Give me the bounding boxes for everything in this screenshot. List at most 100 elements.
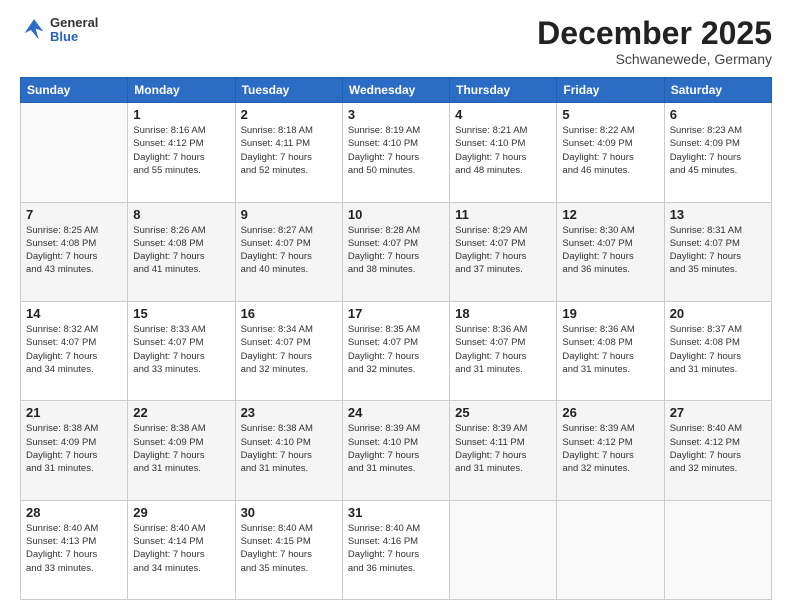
day-number: 27 bbox=[670, 405, 766, 420]
calendar-cell: 15Sunrise: 8:33 AMSunset: 4:07 PMDayligh… bbox=[128, 301, 235, 400]
sunset-text: Sunset: 4:09 PM bbox=[133, 436, 229, 449]
sunset-text: Sunset: 4:16 PM bbox=[348, 535, 444, 548]
day-info: Sunrise: 8:40 AMSunset: 4:14 PMDaylight:… bbox=[133, 522, 229, 575]
day-number: 12 bbox=[562, 207, 658, 222]
daylight-text: Daylight: 7 hours bbox=[455, 449, 551, 462]
day-info: Sunrise: 8:39 AMSunset: 4:12 PMDaylight:… bbox=[562, 422, 658, 475]
calendar-cell: 2Sunrise: 8:18 AMSunset: 4:11 PMDaylight… bbox=[235, 103, 342, 202]
sunrise-text: Sunrise: 8:40 AM bbox=[133, 522, 229, 535]
sunrise-text: Sunrise: 8:40 AM bbox=[26, 522, 122, 535]
daylight-text-cont: and 31 minutes. bbox=[26, 462, 122, 475]
sunset-text: Sunset: 4:09 PM bbox=[26, 436, 122, 449]
sunrise-text: Sunrise: 8:33 AM bbox=[133, 323, 229, 336]
sunrise-text: Sunrise: 8:39 AM bbox=[348, 422, 444, 435]
calendar-cell bbox=[557, 500, 664, 599]
day-info: Sunrise: 8:39 AMSunset: 4:11 PMDaylight:… bbox=[455, 422, 551, 475]
day-number: 31 bbox=[348, 505, 444, 520]
daylight-text: Daylight: 7 hours bbox=[670, 151, 766, 164]
day-number: 17 bbox=[348, 306, 444, 321]
day-info: Sunrise: 8:21 AMSunset: 4:10 PMDaylight:… bbox=[455, 124, 551, 177]
day-number: 29 bbox=[133, 505, 229, 520]
col-header-tuesday: Tuesday bbox=[235, 78, 342, 103]
daylight-text-cont: and 38 minutes. bbox=[348, 263, 444, 276]
day-info: Sunrise: 8:30 AMSunset: 4:07 PMDaylight:… bbox=[562, 224, 658, 277]
daylight-text: Daylight: 7 hours bbox=[26, 250, 122, 263]
day-number: 13 bbox=[670, 207, 766, 222]
calendar-cell: 5Sunrise: 8:22 AMSunset: 4:09 PMDaylight… bbox=[557, 103, 664, 202]
day-number: 7 bbox=[26, 207, 122, 222]
day-info: Sunrise: 8:37 AMSunset: 4:08 PMDaylight:… bbox=[670, 323, 766, 376]
day-info: Sunrise: 8:26 AMSunset: 4:08 PMDaylight:… bbox=[133, 224, 229, 277]
day-info: Sunrise: 8:31 AMSunset: 4:07 PMDaylight:… bbox=[670, 224, 766, 277]
daylight-text-cont: and 35 minutes. bbox=[241, 562, 337, 575]
daylight-text-cont: and 45 minutes. bbox=[670, 164, 766, 177]
sunrise-text: Sunrise: 8:36 AM bbox=[562, 323, 658, 336]
sunrise-text: Sunrise: 8:18 AM bbox=[241, 124, 337, 137]
sunrise-text: Sunrise: 8:37 AM bbox=[670, 323, 766, 336]
day-number: 30 bbox=[241, 505, 337, 520]
daylight-text: Daylight: 7 hours bbox=[133, 449, 229, 462]
daylight-text-cont: and 31 minutes. bbox=[455, 462, 551, 475]
calendar-cell: 8Sunrise: 8:26 AMSunset: 4:08 PMDaylight… bbox=[128, 202, 235, 301]
sunset-text: Sunset: 4:08 PM bbox=[133, 237, 229, 250]
daylight-text: Daylight: 7 hours bbox=[241, 350, 337, 363]
day-info: Sunrise: 8:36 AMSunset: 4:08 PMDaylight:… bbox=[562, 323, 658, 376]
day-info: Sunrise: 8:39 AMSunset: 4:10 PMDaylight:… bbox=[348, 422, 444, 475]
sunset-text: Sunset: 4:12 PM bbox=[670, 436, 766, 449]
sunrise-text: Sunrise: 8:40 AM bbox=[348, 522, 444, 535]
col-header-thursday: Thursday bbox=[450, 78, 557, 103]
day-number: 28 bbox=[26, 505, 122, 520]
day-info: Sunrise: 8:34 AMSunset: 4:07 PMDaylight:… bbox=[241, 323, 337, 376]
calendar-week-row: 21Sunrise: 8:38 AMSunset: 4:09 PMDayligh… bbox=[21, 401, 772, 500]
sunset-text: Sunset: 4:08 PM bbox=[26, 237, 122, 250]
day-number: 24 bbox=[348, 405, 444, 420]
calendar-week-row: 14Sunrise: 8:32 AMSunset: 4:07 PMDayligh… bbox=[21, 301, 772, 400]
daylight-text: Daylight: 7 hours bbox=[562, 151, 658, 164]
sunrise-text: Sunrise: 8:25 AM bbox=[26, 224, 122, 237]
day-info: Sunrise: 8:28 AMSunset: 4:07 PMDaylight:… bbox=[348, 224, 444, 277]
daylight-text-cont: and 33 minutes. bbox=[133, 363, 229, 376]
calendar-cell: 24 Sunrise: 8:39 AMSunset: 4:10 PMDayligh… bbox=[342, 401, 449, 500]
daylight-text-cont: and 33 minutes. bbox=[26, 562, 122, 575]
calendar-cell: 21Sunrise: 8:38 AMSunset: 4:09 PMDayligh… bbox=[21, 401, 128, 500]
daylight-text-cont: and 52 minutes. bbox=[241, 164, 337, 177]
day-info: Sunrise: 8:23 AMSunset: 4:09 PMDaylight:… bbox=[670, 124, 766, 177]
daylight-text-cont: and 34 minutes. bbox=[133, 562, 229, 575]
day-number: 6 bbox=[670, 107, 766, 122]
sunrise-text: Sunrise: 8:40 AM bbox=[241, 522, 337, 535]
day-info: Sunrise: 8:35 AMSunset: 4:07 PMDaylight:… bbox=[348, 323, 444, 376]
day-info: Sunrise: 8:32 AMSunset: 4:07 PMDaylight:… bbox=[26, 323, 122, 376]
sunrise-text: Sunrise: 8:27 AM bbox=[241, 224, 337, 237]
calendar-week-row: 7Sunrise: 8:25 AMSunset: 4:08 PMDaylight… bbox=[21, 202, 772, 301]
day-info: Sunrise: 8:40 AMSunset: 4:16 PMDaylight:… bbox=[348, 522, 444, 575]
sunrise-text: Sunrise: 8:40 AM bbox=[670, 422, 766, 435]
sunrise-text: Sunrise: 8:21 AM bbox=[455, 124, 551, 137]
calendar-cell: 31 Sunrise: 8:40 AMSunset: 4:16 PMDayligh… bbox=[342, 500, 449, 599]
calendar-cell: 13 Sunrise: 8:31 AMSunset: 4:07 PMDayligh… bbox=[664, 202, 771, 301]
sunset-text: Sunset: 4:08 PM bbox=[562, 336, 658, 349]
day-number: 9 bbox=[241, 207, 337, 222]
day-info: Sunrise: 8:38 AMSunset: 4:09 PMDaylight:… bbox=[26, 422, 122, 475]
day-number: 23 bbox=[241, 405, 337, 420]
calendar-cell: 7 Sunrise: 8:25 AMSunset: 4:08 PMDaylight… bbox=[21, 202, 128, 301]
daylight-text: Daylight: 7 hours bbox=[241, 151, 337, 164]
sunset-text: Sunset: 4:07 PM bbox=[348, 237, 444, 250]
day-number: 3 bbox=[348, 107, 444, 122]
col-header-wednesday: Wednesday bbox=[342, 78, 449, 103]
col-header-saturday: Saturday bbox=[664, 78, 771, 103]
sunset-text: Sunset: 4:14 PM bbox=[133, 535, 229, 548]
sunrise-text: Sunrise: 8:23 AM bbox=[670, 124, 766, 137]
logo-text: General Blue bbox=[50, 16, 98, 45]
subtitle: Schwanewede, Germany bbox=[537, 51, 772, 67]
daylight-text: Daylight: 7 hours bbox=[133, 548, 229, 561]
calendar-cell: 29 Sunrise: 8:40 AMSunset: 4:14 PMDayligh… bbox=[128, 500, 235, 599]
sunset-text: Sunset: 4:12 PM bbox=[133, 137, 229, 150]
sunrise-text: Sunrise: 8:32 AM bbox=[26, 323, 122, 336]
day-number: 10 bbox=[348, 207, 444, 222]
sunrise-text: Sunrise: 8:34 AM bbox=[241, 323, 337, 336]
day-number: 26 bbox=[562, 405, 658, 420]
daylight-text: Daylight: 7 hours bbox=[670, 449, 766, 462]
daylight-text: Daylight: 7 hours bbox=[133, 350, 229, 363]
day-info: Sunrise: 8:25 AMSunset: 4:08 PMDaylight:… bbox=[26, 224, 122, 277]
day-number: 22 bbox=[133, 405, 229, 420]
